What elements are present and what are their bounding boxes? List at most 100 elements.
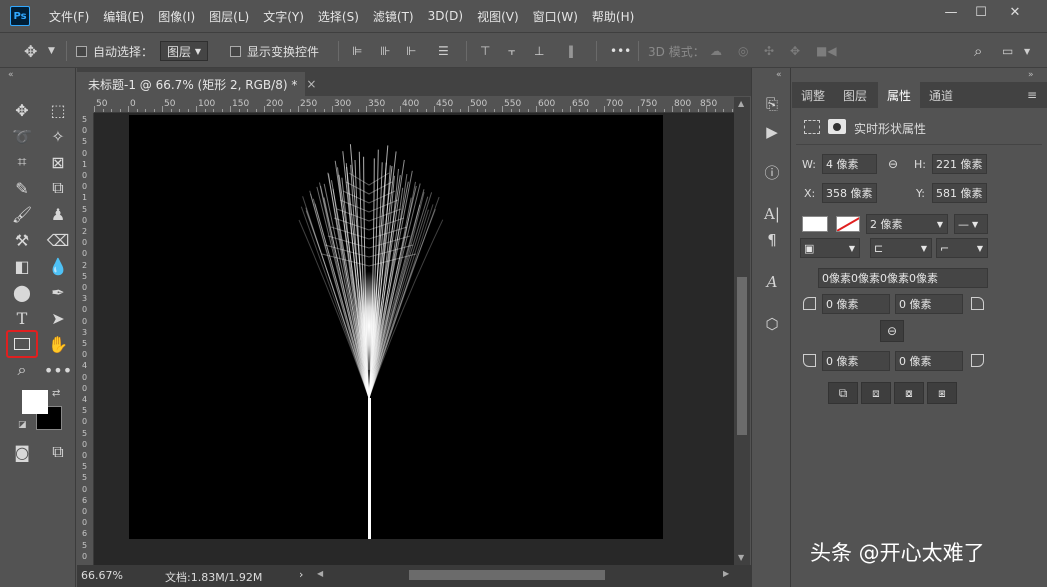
radius-tl-field[interactable]: 0 像素 [822,294,890,314]
canvas-workarea[interactable] [94,113,734,565]
radius-br-field[interactable]: 0 像素 [895,351,963,371]
collapse-icon[interactable]: « [8,70,14,80]
glyphs-icon[interactable]: A [760,270,784,294]
panel-menu-icon[interactable]: ≡ [1022,82,1042,108]
move-tool-icon[interactable]: ✥ [24,41,37,61]
path-op-subtract-icon[interactable]: ⧈ [861,382,891,404]
stroke-caps-dropdown[interactable]: ⊏ ▼ [870,238,932,258]
maximize-button[interactable]: ☐ [966,2,996,22]
path-op-intersect-icon[interactable]: ⧇ [894,382,924,404]
menu-layer[interactable]: 图层(L) [202,8,256,25]
status-menu-arrow[interactable]: › [299,568,303,581]
rectangle-tool-icon[interactable] [6,330,38,358]
scroll-up-icon[interactable]: ▲ [738,99,744,108]
collapse-icon[interactable]: » [1028,70,1034,80]
more-options-button[interactable]: ••• [610,41,631,61]
align-right-icon[interactable]: ⊩ [406,41,416,61]
menu-window[interactable]: 窗口(W) [526,8,585,25]
magic-wand-icon[interactable]: ✧ [44,124,72,148]
workspace-icon[interactable]: ▭ [1002,41,1013,61]
eraser-icon[interactable]: ⌫ [44,228,72,252]
info-icon[interactable]: ⓘ [760,160,784,184]
menu-help[interactable]: 帮助(H) [585,8,641,25]
move-tool-icon[interactable]: ✥ [8,98,36,122]
menu-file[interactable]: 文件(F) [42,8,96,25]
path-op-combine-icon[interactable]: ⧉ [828,382,858,404]
patch-tool-icon[interactable]: ⧉ [44,176,72,200]
hand-tool-icon[interactable]: ✋ [44,332,72,356]
history-icon[interactable]: ⎘ [760,92,784,116]
3d-roll-icon[interactable]: ◎ [738,41,748,61]
screen-mode-icon[interactable]: ⧉ [44,440,72,464]
swap-colors-icon[interactable]: ⇄ [52,388,60,399]
stamp-tool-icon[interactable]: ♟ [44,202,72,226]
document-canvas[interactable] [129,115,663,539]
menu-type[interactable]: 文字(Y) [256,8,311,25]
menu-edit[interactable]: 编辑(E) [96,8,151,25]
menu-3d[interactable]: 3D(D) [421,9,470,23]
lasso-tool-icon[interactable]: ➰ [8,124,36,148]
close-window-button[interactable]: ✕ [1000,2,1030,22]
stroke-width-field[interactable]: 2 像素 ▼ [866,214,948,234]
align-bottom-icon[interactable]: ⊥ [534,41,544,61]
radius-bl-field[interactable]: 0 像素 [822,351,890,371]
tab-adjustments[interactable]: 调整 [796,82,830,108]
show-transform-checkbox[interactable]: 显示变换控件 [230,41,319,61]
marquee-tool-icon[interactable]: ⬚ [44,98,72,122]
foreground-color-swatch-front[interactable] [22,390,48,414]
radius-tr-field[interactable]: 0 像素 [895,294,963,314]
align-hcenter-icon[interactable]: ⊪ [380,41,390,61]
blur-tool-icon[interactable]: 💧 [44,254,72,278]
stroke-align-dropdown[interactable]: ▣ ▼ [800,238,860,258]
stroke-swatch[interactable] [836,216,860,232]
vertical-scrollbar[interactable]: ▲ ▼ [734,97,750,565]
horizontal-scroll-thumb[interactable] [409,570,605,580]
tab-channels[interactable]: 通道 [924,82,958,108]
link-radius-button[interactable]: ⊖ [880,320,904,342]
path-select-icon[interactable]: ➤ [44,306,72,330]
character-icon[interactable]: A| [760,202,784,226]
height-field[interactable]: 221 像素 [932,154,987,174]
quick-mask-icon[interactable]: ◙ [8,440,36,464]
3d-cube-icon[interactable]: ⬡ [760,312,784,336]
stroke-corners-dropdown[interactable]: ⌐ ▼ [936,238,988,258]
brush-tool-icon[interactable]: 🖌 [8,202,36,226]
menu-view[interactable]: 视图(V) [470,8,526,25]
3d-slide-icon[interactable]: ✥ [790,41,800,61]
tab-layers[interactable]: 图层 [838,82,872,108]
minimize-button[interactable]: — [936,2,966,22]
document-tab[interactable]: 未标题-1 @ 66.7% (矩形 2, RGB/8) * × [77,72,316,96]
default-colors-icon[interactable]: ◪ [18,420,27,430]
scroll-down-icon[interactable]: ▼ [738,553,744,562]
chevron-down-icon[interactable]: ▼ [48,41,55,61]
paragraph-icon[interactable]: ¶ [760,228,784,252]
tab-properties[interactable]: 属性 [878,82,920,108]
pen-tool-icon[interactable]: ✒ [44,280,72,304]
path-op-exclude-icon[interactable]: ⧆ [927,382,957,404]
corner-radius-all-field[interactable]: 0像素0像素0像素0像素 [818,268,988,288]
width-field[interactable]: 4 像素 [822,154,877,174]
dodge-tool-icon[interactable]: ⬤ [8,280,36,304]
stroke-type-dropdown[interactable]: — ▼ [954,214,988,234]
crop-tool-icon[interactable]: ⌗ [8,150,36,174]
zoom-tool-icon[interactable]: ⌕ [8,358,36,382]
frame-tool-icon[interactable]: ⊠ [44,150,72,174]
scroll-right-icon[interactable]: ▶ [723,569,729,578]
distribute-icon[interactable]: ☰ [438,41,449,61]
type-tool-icon[interactable]: T [8,306,36,330]
history-brush-icon[interactable]: ⚒ [8,228,36,252]
zoom-level[interactable]: 66.67% [81,569,123,582]
close-tab-button[interactable]: × [306,77,316,91]
auto-select-checkbox[interactable]: 自动选择： [76,41,153,61]
menu-filter[interactable]: 滤镜(T) [366,8,421,25]
3d-scale-icon[interactable]: ■◀ [816,41,837,61]
distribute-vertical-icon[interactable]: ‖ [568,41,574,61]
align-left-icon[interactable]: ⊫ [352,41,362,61]
fill-swatch[interactable] [802,216,828,232]
eyedropper-icon[interactable]: ✎ [8,176,36,200]
collapse-icon[interactable]: « [776,70,782,80]
search-icon[interactable]: ⌕ [974,41,982,61]
vertical-scroll-thumb[interactable] [737,277,747,435]
workspace-chevron-icon[interactable]: ▼ [1024,41,1030,61]
gradient-tool-icon[interactable]: ◧ [8,254,36,278]
